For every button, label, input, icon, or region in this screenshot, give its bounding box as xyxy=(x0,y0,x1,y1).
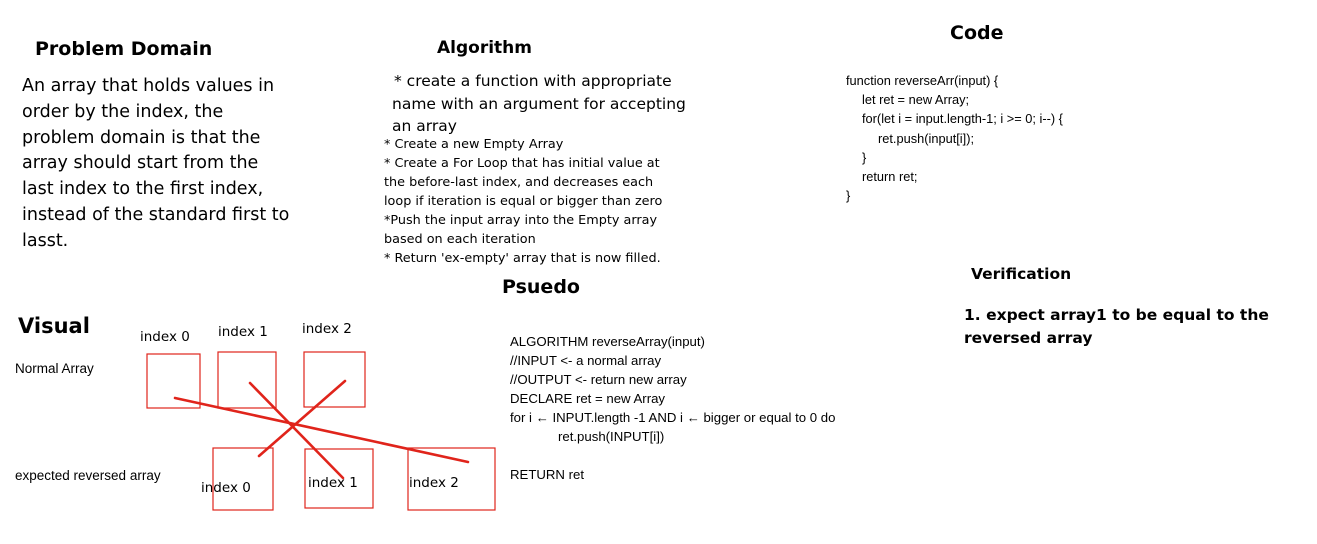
top-array-box-2 xyxy=(303,351,366,408)
bottom-array-box-1 xyxy=(304,448,374,509)
reverse-array-diagram xyxy=(146,351,496,511)
top-array-box-0 xyxy=(146,353,201,409)
mapping-line-0-to-2 xyxy=(173,396,470,464)
bottom-array-box-0 xyxy=(212,447,274,511)
